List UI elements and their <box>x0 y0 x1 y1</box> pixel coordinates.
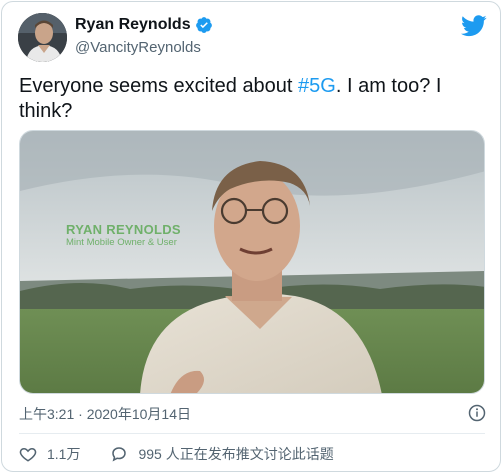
heart-icon <box>19 447 37 462</box>
author-handle[interactable]: @VancityReynolds <box>75 39 201 56</box>
tweet-text-before: Everyone seems excited about <box>19 75 299 97</box>
tweet-card: Ryan Reynolds @VancityReynolds Everyone … <box>1 1 501 472</box>
action-bar: 1.1万 995 人正在发布推文讨论此话题 <box>19 444 334 464</box>
tweet-text: Everyone seems excited about #5G. I am t… <box>19 74 489 124</box>
tweet-media-video[interactable]: RYAN REYNOLDS Mint Mobile Owner & User <box>19 130 485 394</box>
info-icon[interactable] <box>468 404 486 422</box>
verified-badge-icon <box>195 16 213 34</box>
video-overlay-title: Mint Mobile Owner & User <box>66 237 177 248</box>
reply-button[interactable]: 995 人正在发布推文讨论此话题 <box>110 444 334 464</box>
twitter-bird-icon[interactable] <box>461 15 487 37</box>
tweet-timestamp[interactable]: 上午3:21 · 2020年10月14日 <box>19 404 191 424</box>
author-name[interactable]: Ryan Reynolds <box>75 16 191 34</box>
author-row: Ryan Reynolds <box>75 16 213 34</box>
reply-bubble-icon <box>112 447 127 462</box>
like-count: 1.1万 <box>47 446 81 462</box>
like-button[interactable]: 1.1万 <box>19 444 80 464</box>
divider <box>19 433 485 434</box>
video-overlay-name: RYAN REYNOLDS <box>66 222 181 237</box>
avatar[interactable] <box>18 13 67 62</box>
hashtag-link[interactable]: #5G <box>298 75 336 97</box>
reply-text: 995 人正在发布推文讨论此话题 <box>138 446 334 462</box>
